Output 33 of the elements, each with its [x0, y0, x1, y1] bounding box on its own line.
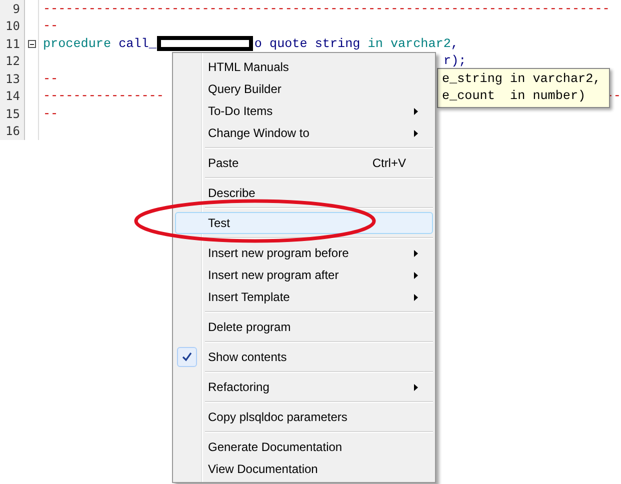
- menu-item[interactable]: Refactoring: [175, 376, 433, 398]
- line-number: 11: [0, 35, 24, 52]
- menu-item[interactable]: Copy plsqldoc parameters: [175, 406, 433, 428]
- menu-item[interactable]: Insert new program after: [175, 264, 433, 286]
- line-number: 15: [0, 105, 24, 122]
- menu-item[interactable]: Delete program: [175, 316, 433, 338]
- menu-item[interactable]: Insert Template: [175, 286, 433, 308]
- line-number: 13: [0, 70, 24, 88]
- menu-item[interactable]: Change Window to: [175, 122, 433, 144]
- line-number: 12: [0, 52, 24, 70]
- line-number: 14: [0, 88, 24, 105]
- collapse-icon[interactable]: [28, 40, 36, 48]
- menu-item[interactable]: View Documentation: [175, 458, 433, 480]
- line-number: 9: [0, 0, 24, 18]
- code-line: procedure call_ o quote string in varchar2,: [43, 36, 458, 52]
- menu-item[interactable]: To-Do Items: [175, 100, 433, 122]
- code-line: --: [43, 72, 58, 86]
- menu-item[interactable]: Test: [175, 212, 433, 234]
- code-line: ----------------: [43, 89, 164, 104]
- menu-item[interactable]: Generate Documentation: [175, 436, 433, 458]
- menu-item[interactable]: Insert new program before: [175, 242, 433, 264]
- code-line: --: [43, 19, 58, 34]
- line-number: 16: [0, 122, 24, 140]
- parameter-tooltip: e_string in varchar2, e_count in number): [437, 68, 610, 108]
- code-line: --: [43, 106, 58, 121]
- menu-item[interactable]: Show contents: [175, 346, 433, 368]
- code-line: ---------------------------------------------------------------------------: [43, 2, 610, 16]
- line-number: 10: [0, 18, 24, 35]
- menu-item[interactable]: Query Builder: [175, 78, 433, 100]
- code-line: r);: [444, 54, 466, 68]
- menu-item[interactable]: Describe: [175, 182, 433, 204]
- menu-item[interactable]: Paste Ctrl+V: [175, 152, 433, 174]
- menu-item[interactable]: HTML Manuals: [175, 56, 433, 78]
